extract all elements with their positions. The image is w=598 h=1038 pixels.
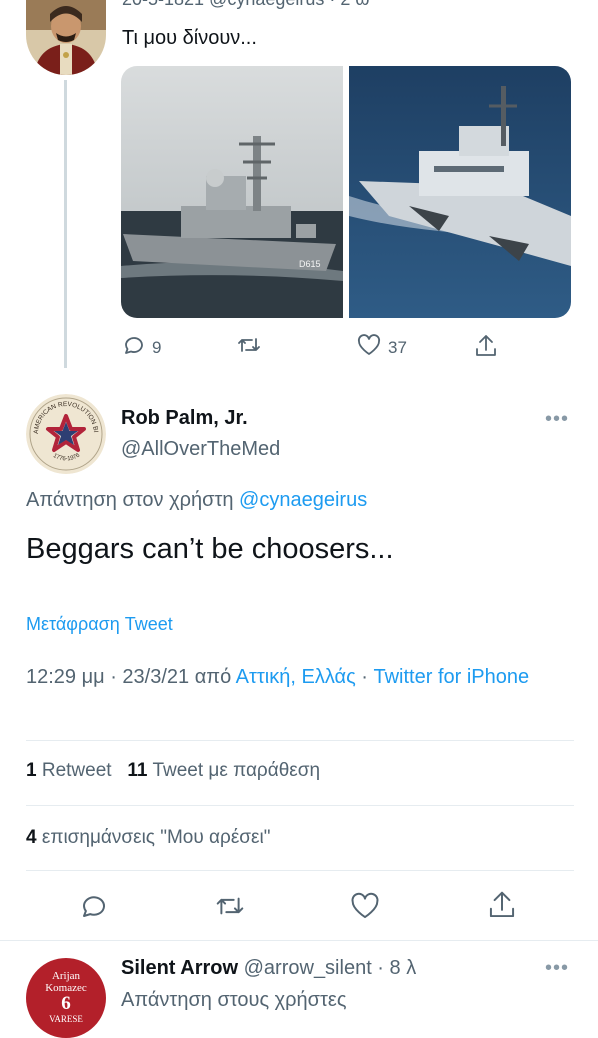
author-name[interactable]: Rob Palm, Jr. <box>121 407 248 430</box>
more-options-icon[interactable]: ••• <box>545 408 569 431</box>
heart-icon <box>349 892 381 925</box>
reply-handle-link[interactable]: @cynaegeirus <box>239 489 367 511</box>
divider-3 <box>26 870 574 871</box>
engagement-stats: 1 Retweet 11 Tweet με παράθεση <box>26 760 320 782</box>
tweet-meta: 12:29 μμ · 23/3/21 από Αττική, Ελλάς · T… <box>26 661 571 693</box>
reply-button[interactable]: 9 <box>122 333 161 362</box>
share-icon <box>473 333 499 364</box>
reply-icon <box>122 333 146 362</box>
retweets-stat[interactable]: 1 Retweet <box>26 760 112 781</box>
tweet-location-link[interactable]: Αττική, Ελλάς <box>236 666 356 688</box>
like-count: 37 <box>388 337 407 357</box>
top-tweet-header: 20-5-1821 @cynaegeirus · 2 ώ <box>122 0 369 10</box>
translate-tweet-link[interactable]: Μετάφραση Tweet <box>26 614 173 635</box>
likes-stat[interactable]: 4 επισημάνσεις "Μου αρέσει" <box>26 827 270 849</box>
avatar-alloverthemed[interactable]: AMERICAN REVOLUTION BICENTENNIAL 1776-19… <box>26 394 106 474</box>
like-button[interactable]: 37 <box>356 333 407 362</box>
avatar-label-1: Arijan <box>51 970 81 982</box>
top-tweet-text: Τι μου δίνουν... <box>122 27 257 49</box>
main-like-button[interactable] <box>349 891 381 926</box>
heart-icon <box>356 333 382 362</box>
next-reply-context: Απάντηση στους χρήστες <box>121 989 347 1011</box>
section-divider <box>0 940 598 941</box>
next-author-name[interactable]: Silent Arrow <box>121 957 238 979</box>
avatar-label-3: 6 <box>61 993 71 1014</box>
reply-context: Απάντηση στον χρήστη @cynaegeirus <box>26 489 367 512</box>
next-author-handle[interactable]: @arrow_silent <box>244 957 372 979</box>
avatar-label-4: VARESE <box>49 1014 83 1024</box>
svg-text:D615: D615 <box>299 259 321 269</box>
avatar-cynaegeirus[interactable] <box>26 0 106 75</box>
next-more-options-icon[interactable]: ••• <box>545 957 569 980</box>
avatar-arrow-silent[interactable]: Arijan Komazec 6 VARESE <box>26 958 106 1038</box>
main-reply-button[interactable] <box>79 891 109 926</box>
retweet-button[interactable] <box>236 333 268 362</box>
next-tweet-header: Silent Arrow @arrow_silent · 8 λ <box>121 957 416 980</box>
divider-2 <box>26 805 574 806</box>
share-button[interactable] <box>473 333 499 364</box>
quotes-stat[interactable]: 11 Tweet με παράθεση <box>127 760 320 781</box>
divider-1 <box>26 740 574 741</box>
retweet-icon <box>214 897 246 925</box>
author-handle[interactable]: @AllOverTheMed <box>121 438 280 461</box>
next-tweet-time: · 8 λ <box>371 957 417 979</box>
reply-icon <box>79 896 109 925</box>
meta-separator: · <box>355 666 374 688</box>
retweet-icon <box>236 333 262 362</box>
tweet-time: 12:29 μμ · 23/3/21 από <box>26 666 232 688</box>
tweet-text: Beggars can’t be choosers... <box>26 533 394 565</box>
main-share-button[interactable] <box>486 889 518 926</box>
tweet-photo-frigate[interactable]: D615 <box>121 66 343 318</box>
main-retweet-button[interactable] <box>214 891 246 926</box>
tweet-photo-lcs[interactable] <box>349 66 571 318</box>
thread-line <box>64 80 67 368</box>
share-icon <box>486 891 518 925</box>
reply-prefix: Απάντηση στον χρήστη <box>26 489 234 511</box>
tweet-source-link[interactable]: Twitter for iPhone <box>374 666 530 688</box>
reply-count: 9 <box>152 337 162 357</box>
